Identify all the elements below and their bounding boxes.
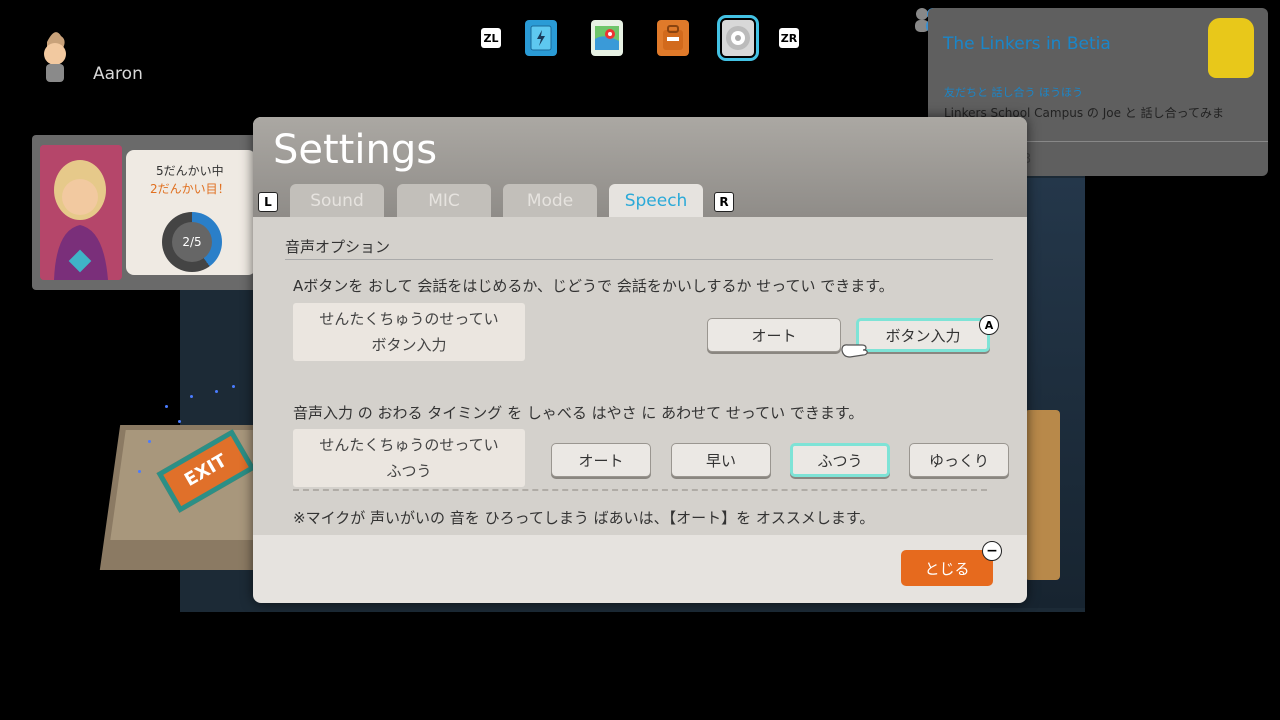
map-icon[interactable] bbox=[591, 20, 623, 56]
teacher-portrait bbox=[40, 145, 122, 280]
option1-auto-button[interactable]: オート bbox=[707, 318, 841, 352]
option2-current-label: せんたくちゅうのせってい bbox=[319, 436, 499, 454]
minus-button-hint: − bbox=[982, 541, 1002, 561]
option2-current-value: ふつう bbox=[386, 462, 432, 480]
sparkle bbox=[178, 420, 181, 423]
quest-progress-ring: 2/5 bbox=[162, 212, 222, 272]
settings-gear-icon[interactable] bbox=[717, 15, 759, 61]
quest-stage-current: 2だんかい目！ bbox=[150, 182, 230, 196]
notification-subtitle: 友だちと 話し合う ほうほう bbox=[944, 86, 1083, 99]
notebook-icon[interactable] bbox=[525, 20, 557, 56]
option2-normal-button[interactable]: ふつう bbox=[790, 443, 890, 477]
option-divider bbox=[293, 489, 987, 491]
quest-card[interactable]: 5だんかい中 2だんかい目！ 2/5 bbox=[32, 135, 272, 290]
tab-speech[interactable]: Speech bbox=[609, 184, 703, 217]
a-button-hint: A bbox=[979, 315, 999, 335]
game-shelf bbox=[1025, 410, 1060, 580]
settings-header: Settings L Sound MIC Mode Speech R bbox=[253, 117, 1027, 217]
zl-button-hint: ZL bbox=[481, 28, 501, 48]
option2-description: 音声入力 の おわる タイミング を しゃべる はやさ に あわせて せってい … bbox=[293, 404, 864, 422]
option1-current-value: ボタン入力 bbox=[371, 336, 447, 354]
sparkle bbox=[138, 470, 141, 473]
sparkle bbox=[232, 385, 235, 388]
option1-description: Aボタンを おして 会話をはじめるか、じどうで 会話をかいしするか せってい で… bbox=[293, 277, 894, 295]
quest-progress-bubble: 5だんかい中 2だんかい目！ 2/5 bbox=[126, 150, 256, 275]
option1-button-input-button[interactable]: ボタン入力 bbox=[856, 318, 990, 352]
quest-stage-total: 5だんかい中 bbox=[156, 164, 224, 178]
player-avatar bbox=[33, 28, 77, 86]
sparkle bbox=[215, 390, 218, 393]
speech-settings-panel: 音声オプション Aボタンを おして 会話をはじめるか、じどうで 会話をかいしする… bbox=[253, 217, 1027, 535]
close-button[interactable]: とじる bbox=[901, 550, 993, 586]
sparkle bbox=[190, 395, 193, 398]
mic-recommendation-note: ※マイクが 声いがいの 音を ひろってしまう ばあいは、【オート】を オススメし… bbox=[293, 509, 875, 527]
section-heading: 音声オプション bbox=[285, 238, 391, 256]
hand-pointer-icon bbox=[840, 336, 870, 360]
l-button-hint: L bbox=[258, 192, 278, 212]
option2-auto-button[interactable]: オート bbox=[551, 443, 651, 477]
section-divider bbox=[285, 259, 993, 260]
sparkle bbox=[148, 440, 151, 443]
sparkle bbox=[165, 405, 168, 408]
option2-slow-button[interactable]: ゆっくり bbox=[909, 443, 1009, 477]
option1-current-label: せんたくちゅうのせってい bbox=[319, 310, 499, 328]
tab-mic[interactable]: MIC bbox=[397, 184, 491, 217]
zr-button-hint: ZR bbox=[779, 28, 799, 48]
player-name: Aaron bbox=[93, 64, 143, 84]
r-button-hint: R bbox=[714, 192, 734, 212]
mascot-icon bbox=[1208, 18, 1254, 78]
notification-title: The Linkers in Betia bbox=[943, 34, 1111, 54]
tab-sound[interactable]: Sound bbox=[290, 184, 384, 217]
settings-dialog: Settings L Sound MIC Mode Speech R 音声オプシ… bbox=[253, 117, 1027, 603]
option1-current-setting: せんたくちゅうのせってい ボタン入力 bbox=[293, 303, 525, 361]
option2-fast-button[interactable]: 早い bbox=[671, 443, 771, 477]
backpack-icon[interactable] bbox=[657, 20, 689, 56]
settings-title: Settings bbox=[273, 127, 438, 173]
quest-progress-text: 2/5 bbox=[172, 222, 212, 262]
option2-current-setting: せんたくちゅうのせってい ふつう bbox=[293, 429, 525, 487]
tab-mode[interactable]: Mode bbox=[503, 184, 597, 217]
